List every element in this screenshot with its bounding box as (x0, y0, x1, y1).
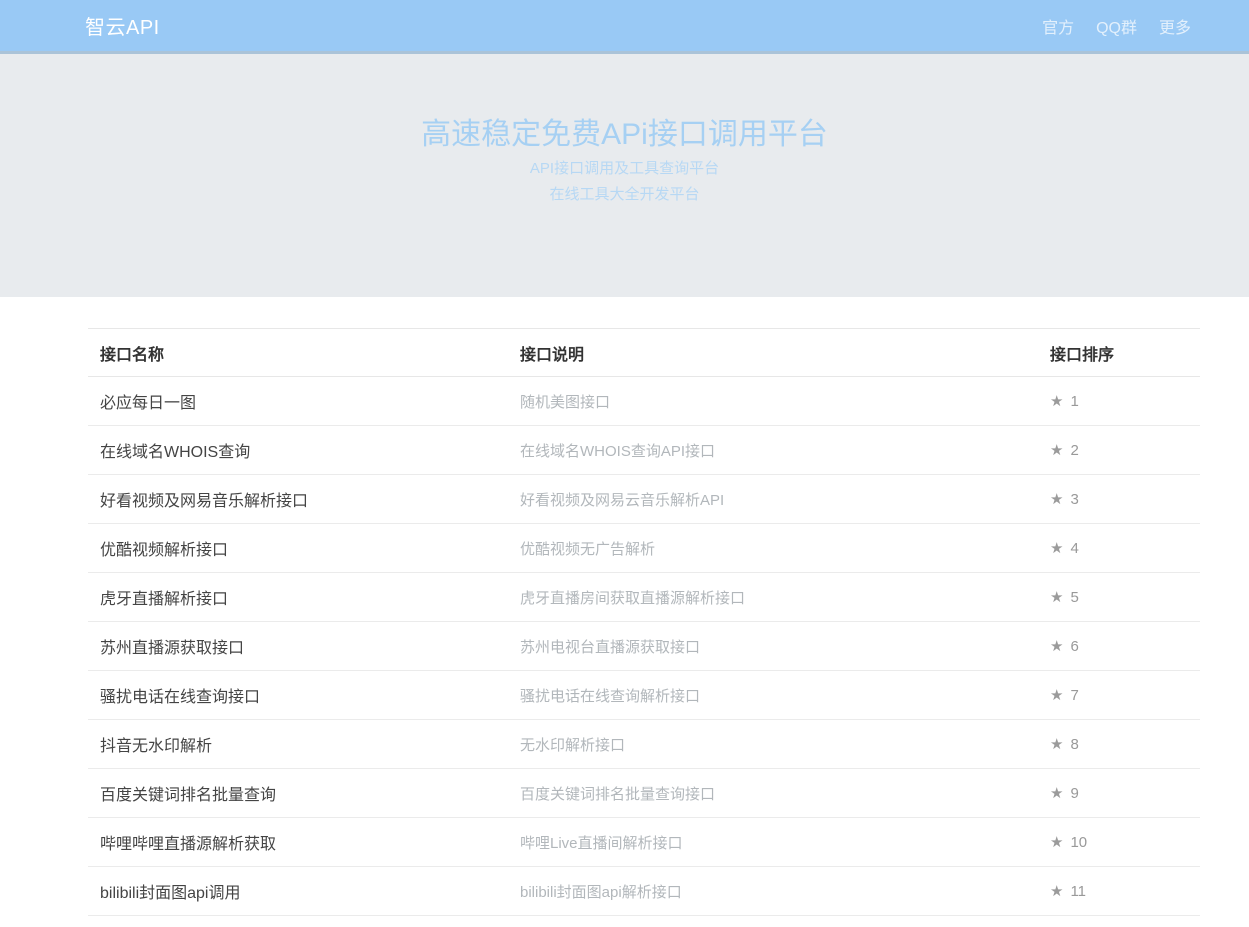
rank-number: 11 (1070, 883, 1086, 900)
star-icon: ★ (1050, 491, 1063, 508)
api-rank-cell: ★8 (1050, 720, 1200, 769)
rank-number: 4 (1070, 540, 1078, 557)
star-icon: ★ (1050, 883, 1063, 900)
main-content: 接口名称 接口说明 接口排序 必应每日一图随机美图接口★1在线域名WHOIS查询… (0, 297, 1249, 916)
api-name-cell[interactable]: 虎牙直播解析接口 (88, 573, 520, 622)
api-rank-cell: ★4 (1050, 524, 1200, 573)
api-rank-cell: ★2 (1050, 426, 1200, 475)
api-name-cell[interactable]: 优酷视频解析接口 (88, 524, 520, 573)
api-name-cell[interactable]: 好看视频及网易音乐解析接口 (88, 475, 520, 524)
api-rank-cell: ★5 (1050, 573, 1200, 622)
brand-logo[interactable]: 智云API (85, 11, 160, 40)
rank-number: 1 (1070, 393, 1078, 410)
rank-number: 9 (1070, 785, 1078, 802)
rank-number: 6 (1070, 638, 1078, 655)
api-desc-cell: 在线域名WHOIS查询API接口 (520, 426, 1050, 475)
api-desc-cell: 随机美图接口 (520, 377, 1050, 426)
api-desc-cell: 骚扰电话在线查询解析接口 (520, 671, 1050, 720)
api-rank-cell: ★9 (1050, 769, 1200, 818)
star-icon: ★ (1050, 540, 1063, 557)
api-desc-cell: bilibili封面图api解析接口 (520, 867, 1050, 916)
api-rank-cell: ★6 (1050, 622, 1200, 671)
star-icon: ★ (1050, 736, 1063, 753)
api-desc-cell: 百度关键词排名批量查询接口 (520, 769, 1050, 818)
rank-number: 2 (1070, 442, 1078, 459)
hero-subtitle-1: API接口调用及工具查询平台 (0, 157, 1249, 180)
star-icon: ★ (1050, 393, 1063, 410)
api-name-cell[interactable]: 哔哩哔哩直播源解析获取 (88, 818, 520, 867)
star-icon: ★ (1050, 589, 1063, 606)
rank-number: 10 (1070, 834, 1087, 851)
table-row[interactable]: bilibili封面图api调用bilibili封面图api解析接口★ 11 (88, 867, 1200, 916)
table-header-row: 接口名称 接口说明 接口排序 (88, 329, 1200, 377)
nav-link-official[interactable]: 官方 (1042, 14, 1074, 38)
api-desc-cell: 优酷视频无广告解析 (520, 524, 1050, 573)
api-rank-cell: ★3 (1050, 475, 1200, 524)
nav-link-more[interactable]: 更多 (1159, 14, 1191, 38)
api-rank-cell: ★1 (1050, 377, 1200, 426)
api-rank-cell: ★ 11 (1050, 867, 1200, 916)
api-rank-cell: ★7 (1050, 671, 1200, 720)
star-icon: ★ (1050, 687, 1063, 704)
star-icon: ★ (1050, 638, 1063, 655)
api-desc-cell: 虎牙直播房间获取直播源解析接口 (520, 573, 1050, 622)
api-desc-cell: 苏州电视台直播源获取接口 (520, 622, 1050, 671)
rank-number: 7 (1070, 687, 1078, 704)
hero-section: 高速稳定免费APi接口调用平台 API接口调用及工具查询平台 在线工具大全开发平… (0, 54, 1249, 297)
table-row[interactable]: 必应每日一图随机美图接口★1 (88, 377, 1200, 426)
column-header-name: 接口名称 (88, 329, 520, 377)
column-header-rank: 接口排序 (1050, 329, 1200, 377)
hero-title: 高速稳定免费APi接口调用平台 (0, 116, 1249, 154)
navbar: 智云API 官方 QQ群 更多 (0, 0, 1249, 54)
table-row[interactable]: 苏州直播源获取接口苏州电视台直播源获取接口★6 (88, 622, 1200, 671)
api-desc-cell: 哔哩Live直播间解析接口 (520, 818, 1050, 867)
column-header-desc: 接口说明 (520, 329, 1050, 377)
rank-number: 5 (1070, 589, 1078, 606)
nav-links: 官方 QQ群 更多 (1042, 14, 1191, 38)
api-name-cell[interactable]: 百度关键词排名批量查询 (88, 769, 520, 818)
table-row[interactable]: 百度关键词排名批量查询百度关键词排名批量查询接口★9 (88, 769, 1200, 818)
table-row[interactable]: 虎牙直播解析接口虎牙直播房间获取直播源解析接口★5 (88, 573, 1200, 622)
api-name-cell[interactable]: 抖音无水印解析 (88, 720, 520, 769)
star-icon: ★ (1050, 785, 1063, 802)
table-row[interactable]: 在线域名WHOIS查询在线域名WHOIS查询API接口★2 (88, 426, 1200, 475)
api-rank-cell: ★ 10 (1050, 818, 1200, 867)
table-row[interactable]: 优酷视频解析接口优酷视频无广告解析★4 (88, 524, 1200, 573)
api-name-cell[interactable]: 必应每日一图 (88, 377, 520, 426)
api-name-cell[interactable]: 苏州直播源获取接口 (88, 622, 520, 671)
nav-link-qq-group[interactable]: QQ群 (1096, 14, 1137, 38)
star-icon: ★ (1050, 442, 1063, 459)
table-row[interactable]: 好看视频及网易音乐解析接口好看视频及网易云音乐解析API★3 (88, 475, 1200, 524)
rank-number: 3 (1070, 491, 1078, 508)
api-table: 接口名称 接口说明 接口排序 必应每日一图随机美图接口★1在线域名WHOIS查询… (88, 328, 1200, 916)
hero-subtitle-2: 在线工具大全开发平台 (0, 183, 1249, 206)
api-name-cell[interactable]: 骚扰电话在线查询接口 (88, 671, 520, 720)
api-name-cell[interactable]: 在线域名WHOIS查询 (88, 426, 520, 475)
api-name-cell[interactable]: bilibili封面图api调用 (88, 867, 520, 916)
star-icon: ★ (1050, 834, 1063, 851)
table-row[interactable]: 骚扰电话在线查询接口骚扰电话在线查询解析接口★7 (88, 671, 1200, 720)
table-row[interactable]: 抖音无水印解析无水印解析接口★8 (88, 720, 1200, 769)
table-row[interactable]: 哔哩哔哩直播源解析获取哔哩Live直播间解析接口★ 10 (88, 818, 1200, 867)
rank-number: 8 (1070, 736, 1078, 753)
api-desc-cell: 好看视频及网易云音乐解析API (520, 475, 1050, 524)
api-desc-cell: 无水印解析接口 (520, 720, 1050, 769)
